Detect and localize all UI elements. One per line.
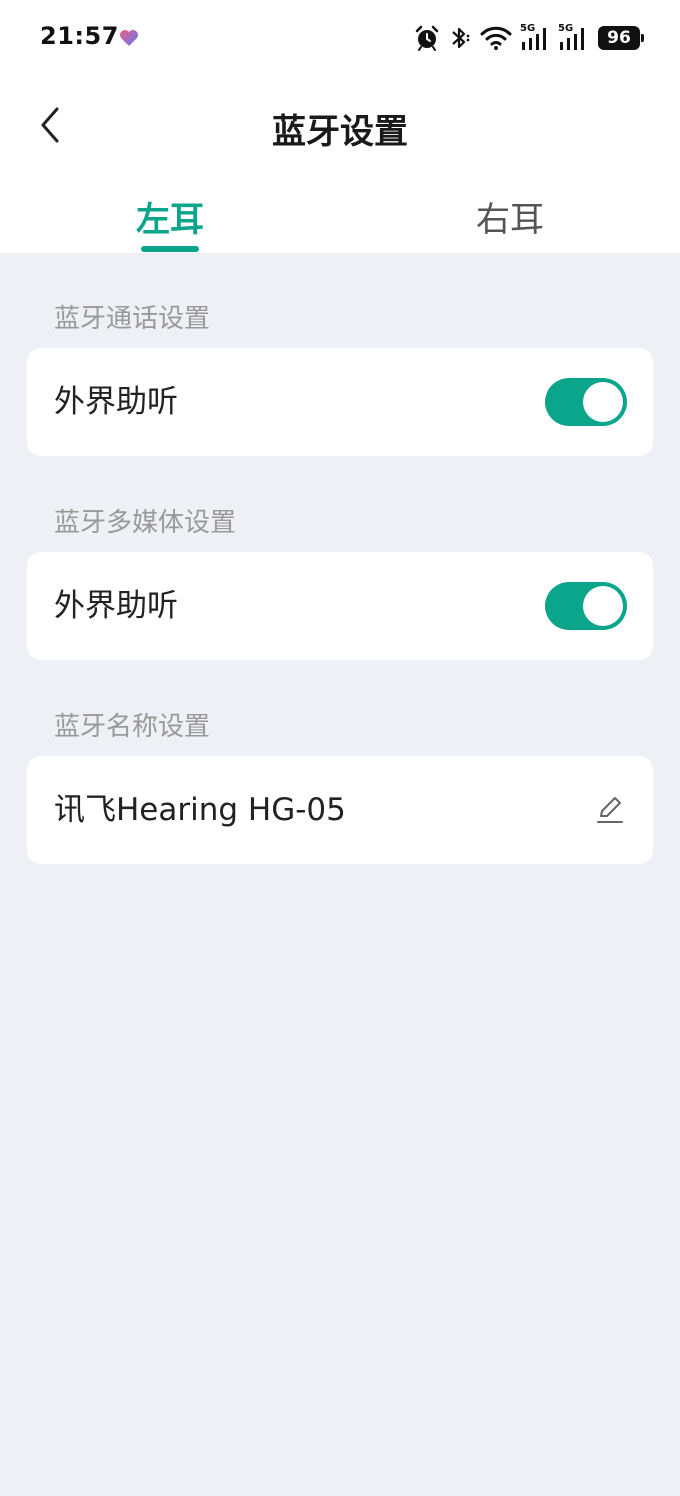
signal-icon: 5G bbox=[558, 24, 588, 52]
tab-right-ear[interactable]: 右耳 bbox=[430, 192, 590, 241]
toggle-knob bbox=[583, 382, 623, 422]
call-settings-card: 外界助听 bbox=[27, 348, 653, 456]
bluetooth-icon bbox=[448, 25, 472, 51]
ambient-hearing-label: 外界助听 bbox=[54, 588, 178, 624]
alarm-icon bbox=[414, 25, 440, 51]
section-title-call: 蓝牙通话设置 bbox=[54, 304, 211, 334]
status-time: 21:57 bbox=[40, 22, 119, 50]
wifi-icon bbox=[480, 25, 512, 51]
toggle-knob bbox=[583, 586, 623, 626]
bluetooth-device-name: 讯飞Hearing HG-05 bbox=[54, 792, 346, 828]
page-title: 蓝牙设置 bbox=[272, 112, 408, 152]
tab-left-ear[interactable]: 左耳 bbox=[90, 192, 250, 241]
media-ambient-toggle[interactable] bbox=[545, 582, 627, 630]
header-area: 21:57 5G 5G 96 蓝牙设置 左耳 右耳 bbox=[0, 0, 680, 253]
section-title-media: 蓝牙多媒体设置 bbox=[54, 508, 237, 538]
heart-icon bbox=[119, 29, 139, 51]
tab-indicator bbox=[141, 246, 199, 252]
call-ambient-toggle[interactable] bbox=[545, 378, 627, 426]
edit-icon[interactable] bbox=[593, 792, 627, 828]
ambient-hearing-label: 外界助听 bbox=[54, 384, 178, 420]
bluetooth-name-card[interactable]: 讯飞Hearing HG-05 bbox=[27, 756, 653, 864]
media-settings-card: 外界助听 bbox=[27, 552, 653, 660]
section-title-name: 蓝牙名称设置 bbox=[54, 712, 211, 742]
status-bar: 21:57 5G 5G 96 bbox=[0, 0, 680, 76]
signal-icon: 5G bbox=[520, 24, 550, 52]
battery-icon: 96 bbox=[598, 26, 644, 50]
